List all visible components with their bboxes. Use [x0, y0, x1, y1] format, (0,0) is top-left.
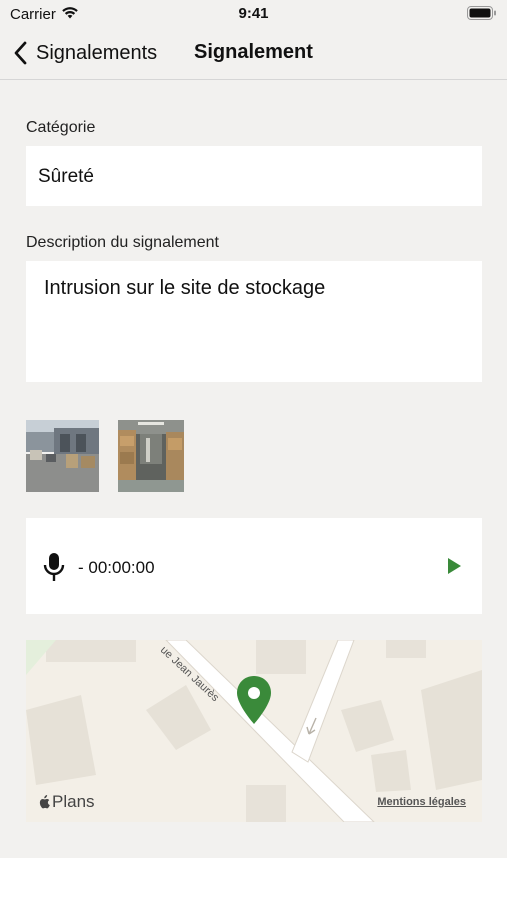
- microphone-icon[interactable]: [42, 552, 66, 582]
- navigation-bar: Signalements Signalement: [0, 28, 507, 80]
- audio-recorder: - 00:00:00: [26, 518, 482, 614]
- legal-notice-link[interactable]: Mentions légales: [377, 796, 466, 808]
- description-label: Description du signalement: [26, 234, 219, 251]
- audio-duration: - 00:00:00: [78, 558, 155, 577]
- back-button-label: Signalements: [36, 41, 158, 64]
- location-pin-icon: [237, 676, 271, 724]
- bottom-area: [0, 858, 507, 900]
- map-brand: Plans: [38, 792, 95, 812]
- category-label: Catégorie: [26, 119, 96, 136]
- apple-icon: [39, 795, 50, 809]
- description-value: Intrusion sur le site de stockage: [44, 277, 326, 299]
- map-brand-label: Plans: [52, 792, 95, 811]
- warehouse-yard-image: [26, 420, 99, 492]
- category-field[interactable]: Sûreté: [26, 146, 482, 206]
- back-button[interactable]: Signalements: [12, 38, 157, 68]
- warehouse-interior-image: [118, 420, 184, 492]
- report-detail-screen: Carrier 9:41 Signalements Signalement Ca…: [0, 0, 507, 900]
- page-title: Signalement: [194, 41, 313, 63]
- photo-thumbnail-1[interactable]: [26, 420, 99, 492]
- photo-thumbnail-2[interactable]: [118, 420, 184, 492]
- description-field[interactable]: Intrusion sur le site de stockage: [26, 261, 482, 382]
- battery-icon: [467, 6, 496, 20]
- clock: 9:41: [238, 5, 269, 22]
- category-value: Sûreté: [38, 166, 94, 187]
- chevron-left-icon: [14, 41, 27, 65]
- play-icon[interactable]: [446, 557, 462, 575]
- status-bar: Carrier 9:41: [0, 0, 507, 28]
- location-map[interactable]: ue Jean Jaurès Plans Mentions légales: [26, 640, 482, 822]
